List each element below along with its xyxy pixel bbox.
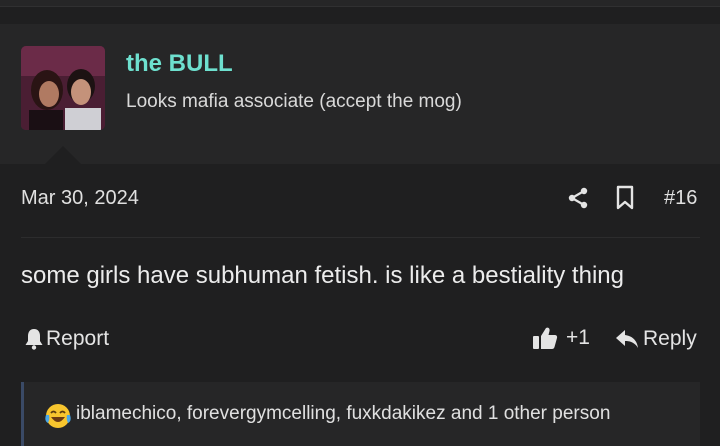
share-icon[interactable]	[566, 186, 590, 210]
user-title: Looks mafia associate (accept the mog)	[126, 91, 462, 112]
user-panel-arrow	[45, 146, 81, 164]
post-header-divider	[21, 237, 700, 238]
top-divider	[0, 6, 720, 7]
reaction-users[interactable]: iblamechico, forevergymcelling, fuxkdaki…	[76, 403, 610, 425]
post-number-link[interactable]: #16	[664, 187, 697, 210]
crying-laughing-emoji-icon	[45, 404, 71, 428]
username[interactable]: the BULL	[126, 50, 233, 78]
reply-button[interactable]: Reply	[615, 327, 697, 351]
bell-icon	[25, 329, 43, 350]
reactions-bar[interactable]: iblamechico, forevergymcelling, fuxkdaki…	[21, 382, 700, 446]
post-message: some girls have subhuman fetish. is like…	[21, 262, 624, 289]
reply-icon	[616, 330, 638, 348]
report-button[interactable]: Report	[24, 327, 109, 351]
like-count: +1	[566, 326, 590, 349]
reply-label: Reply	[643, 327, 697, 350]
like-button[interactable]: +1	[532, 326, 590, 350]
post-date[interactable]: Mar 30, 2024	[21, 187, 139, 210]
report-label: Report	[46, 327, 110, 350]
bookmark-icon[interactable]	[614, 185, 636, 211]
avatar[interactable]	[21, 46, 105, 130]
thumbs-up-icon	[533, 327, 558, 349]
